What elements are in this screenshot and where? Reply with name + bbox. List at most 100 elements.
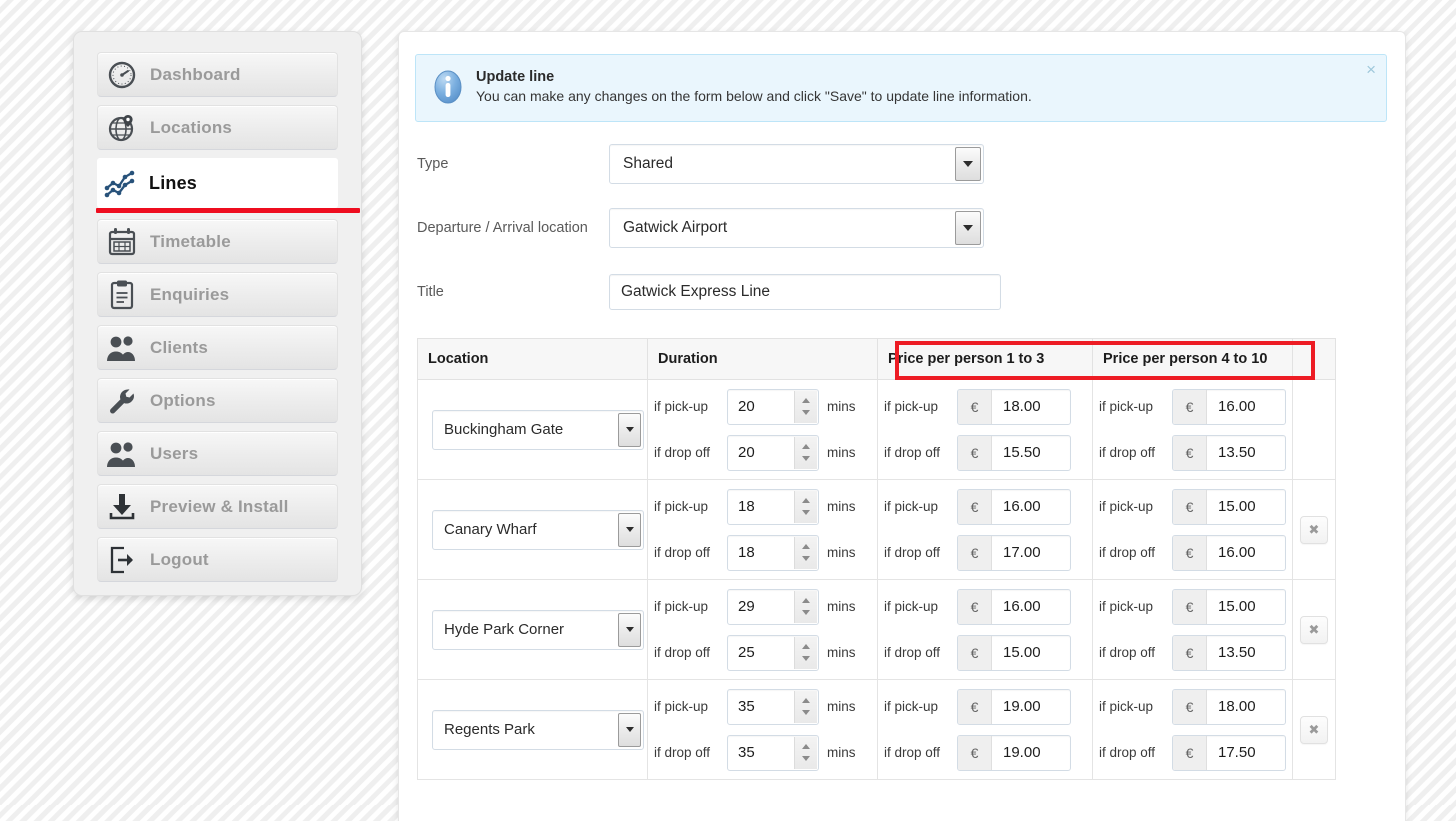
stepper-up-icon[interactable] [802,644,810,649]
stepper-up-icon[interactable] [802,498,810,503]
duration-dropoff-stepper[interactable]: 18 [727,534,819,571]
duration-unit: mins [827,599,856,614]
stepper-down-icon[interactable] [802,756,810,761]
duration-pickup-stepper[interactable]: 18 [727,488,819,525]
price-4-10-pickup-input[interactable]: €15.00 [1172,488,1286,525]
stepper-up-icon[interactable] [802,444,810,449]
duration-dropoff-stepper[interactable]: 35 [727,734,819,771]
pickup-label: if pick-up [654,399,709,414]
stepper-down-icon[interactable] [802,510,810,515]
stepper-up-icon[interactable] [802,598,810,603]
content-panel: Update line You can make any changes on … [398,31,1406,821]
sidebar-item-dashboard[interactable]: Dashboard [97,52,338,97]
currency-icon: € [1173,489,1207,524]
stepper-down-icon[interactable] [802,410,810,415]
duration-dropoff-stepper[interactable]: 25 [727,634,819,671]
duration-pickup-stepper[interactable]: 29 [727,588,819,625]
cell-location: Buckingham Gate [417,379,648,480]
sidebar-item-logout[interactable]: Logout [97,537,338,582]
title-input[interactable] [609,274,1001,310]
duration-pickup-stepper[interactable]: 35 [727,688,819,725]
sidebar-item-preview-install[interactable]: Preview & Install [97,484,338,529]
stepper-up-icon[interactable] [802,698,810,703]
pickup-label: if pick-up [1099,399,1154,414]
chevron-down-icon[interactable] [618,512,641,547]
sidebar-item-label: Locations [150,117,233,137]
stepper-up-icon[interactable] [802,398,810,403]
sidebar-item-clients[interactable]: Clients [97,325,338,370]
stepper-buttons[interactable] [794,390,817,423]
price-4-10-pickup-input[interactable]: €16.00 [1172,388,1286,425]
price-1-3-pickup-input[interactable]: €18.00 [957,388,1071,425]
cell-price-1-3: if pick-up €19.00 if drop off €19.00 [877,679,1093,780]
sidebar-item-timetable[interactable]: Timetable [97,219,338,264]
stepper-buttons[interactable] [794,490,817,523]
location-select-row[interactable]: Canary Wharf [432,509,644,550]
delete-row-button[interactable]: ✖ [1300,515,1328,544]
sidebar-item-label: Options [150,390,216,410]
price-1-3-pickup-value: 18.00 [1003,398,1041,415]
currency-icon: € [958,435,992,470]
stepper-down-icon[interactable] [802,610,810,615]
price-4-10-dropoff-input[interactable]: €13.50 [1172,434,1286,471]
sidebar-item-enquiries[interactable]: Enquiries [97,272,338,317]
price-1-3-dropoff-input[interactable]: €15.00 [957,634,1071,671]
price-4-10-pickup-input[interactable]: €15.00 [1172,588,1286,625]
stepper-buttons[interactable] [794,690,817,723]
price-1-3-dropoff-input[interactable]: €17.00 [957,534,1071,571]
duration-pickup-value: 20 [738,398,755,415]
cell-price-1-3: if pick-up €16.00 if drop off €15.00 [877,579,1093,680]
sidebar-item-label: Users [150,443,199,463]
price-1-3-dropoff-input[interactable]: €15.50 [957,434,1071,471]
currency-icon: € [1173,389,1207,424]
stepper-up-icon[interactable] [802,544,810,549]
stepper-buttons[interactable] [794,590,817,623]
price-4-10-dropoff-input[interactable]: €16.00 [1172,534,1286,571]
chevron-down-icon[interactable] [618,412,641,447]
duration-pickup-stepper[interactable]: 20 [727,388,819,425]
stepper-buttons[interactable] [794,436,817,469]
location-select[interactable]: Gatwick Airport [609,208,984,248]
location-select-row[interactable]: Hyde Park Corner [432,609,644,650]
chevron-down-icon[interactable] [955,147,981,181]
price-1-3-dropoff-input[interactable]: €19.00 [957,734,1071,771]
stepper-buttons[interactable] [794,536,817,569]
users-icon [98,440,146,468]
cell-price-4-10: if pick-up €15.00 if drop off €16.00 [1092,479,1293,580]
sidebar-item-label: Preview & Install [150,496,289,516]
stepper-down-icon[interactable] [802,556,810,561]
stepper-up-icon[interactable] [802,744,810,749]
stepper-buttons[interactable] [794,736,817,769]
stepper-down-icon[interactable] [802,456,810,461]
duration-dropoff-stepper[interactable]: 20 [727,434,819,471]
type-select[interactable]: Shared [609,144,984,184]
pickup-label: if pick-up [654,499,709,514]
stepper-down-icon[interactable] [802,656,810,661]
price-1-3-pickup-value: 16.00 [1003,498,1041,515]
price-1-3-pickup-input[interactable]: €19.00 [957,688,1071,725]
price-1-3-pickup-input[interactable]: €16.00 [957,588,1071,625]
price-1-3-pickup-input[interactable]: €16.00 [957,488,1071,525]
location-select-value: Gatwick Airport [623,219,728,236]
delete-row-button[interactable]: ✖ [1300,715,1328,744]
stepper-buttons[interactable] [794,636,817,669]
location-select-row[interactable]: Regents Park [432,709,644,750]
price-4-10-pickup-value: 18.00 [1218,698,1256,715]
chevron-down-icon[interactable] [618,612,641,647]
location-select-row[interactable]: Buckingham Gate [432,409,644,450]
price-4-10-dropoff-input[interactable]: €17.50 [1172,734,1286,771]
duration-pickup-value: 29 [738,598,755,615]
sidebar-item-options[interactable]: Options [97,378,338,423]
price-4-10-pickup-input[interactable]: €18.00 [1172,688,1286,725]
chevron-down-icon[interactable] [618,712,641,747]
delete-row-button[interactable]: ✖ [1300,615,1328,644]
price-4-10-dropoff-input[interactable]: €13.50 [1172,634,1286,671]
close-icon[interactable]: × [1366,60,1376,80]
sidebar-item-users[interactable]: Users [97,431,338,476]
sidebar-item-locations[interactable]: Locations [97,105,338,150]
stepper-down-icon[interactable] [802,710,810,715]
sidebar-item-lines[interactable]: Lines [96,158,360,213]
chevron-down-icon[interactable] [955,211,981,245]
col-header-actions [1292,338,1336,380]
duration-unit: mins [827,445,856,460]
